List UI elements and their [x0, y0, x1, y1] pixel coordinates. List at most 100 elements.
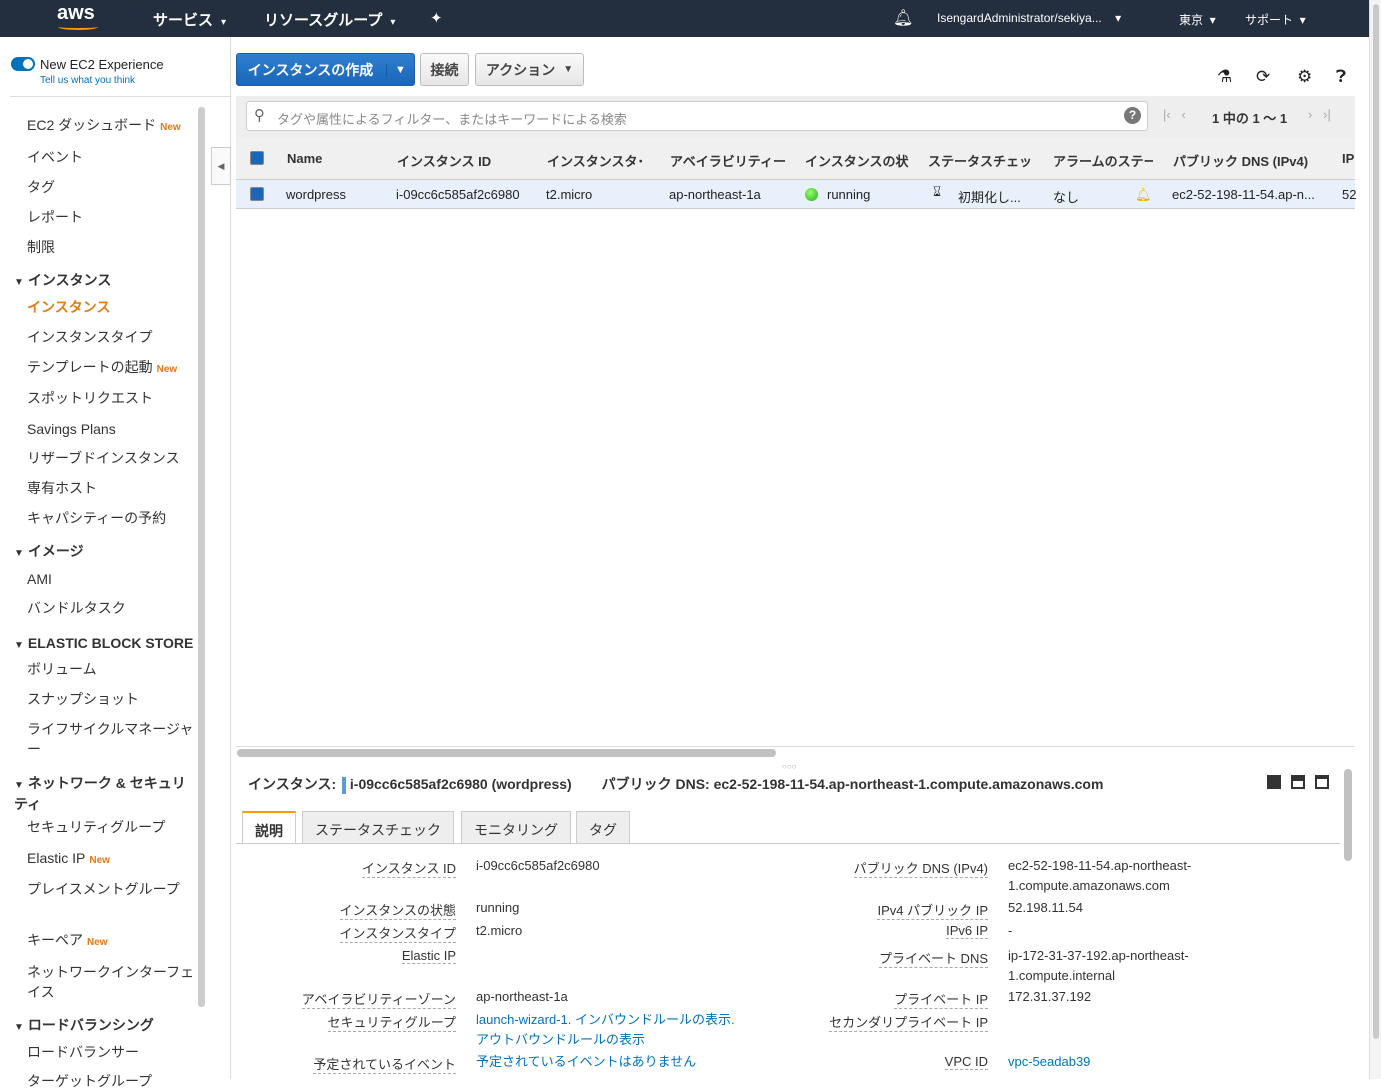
sidebar-item[interactable]: キャパシティーの予約 — [27, 508, 195, 528]
new-experience-toggle[interactable] — [11, 57, 35, 71]
aws-logo[interactable]: aws — [57, 2, 95, 25]
column-ip[interactable]: IP — [1342, 151, 1362, 166]
resize-handle-icon[interactable]: ○○○ — [782, 762, 797, 771]
pin-icon[interactable]: ✦ — [430, 9, 443, 27]
bell-icon[interactable]: 🔔︎ — [893, 8, 913, 28]
cell-public-dns: ec2-52-198-11-54.ap-n... — [1172, 187, 1315, 202]
half-panel-icon[interactable] — [1291, 775, 1305, 789]
region-menu[interactable]: 東京 ▾ — [1179, 11, 1216, 28]
services-menu[interactable]: サービス ▾ — [153, 9, 226, 30]
sidebar-item[interactable]: キーペア New — [27, 930, 195, 953]
sidebar-section-header[interactable]: ▼ ネットワーク & セキュリティ — [14, 774, 194, 813]
next-page-icon[interactable]: › ›| — [1308, 107, 1331, 122]
new-experience-label: New EC2 Experience — [40, 57, 164, 72]
sidebar-item[interactable]: ネットワークインターフェイス — [27, 962, 195, 1002]
user-menu[interactable]: IsengardAdministrator/sekiya... ▾ — [937, 11, 1121, 25]
column-name[interactable]: Name — [287, 151, 382, 166]
connect-button[interactable]: 接続 — [420, 53, 469, 86]
detail-value: t2.micro — [476, 923, 523, 938]
detail-label: インスタンスの状態 — [339, 900, 456, 920]
pagination-text: 1 中の 1 〜 1 — [1212, 111, 1288, 126]
sidebar-section-header[interactable]: ▼ ロードバランシング — [14, 1016, 194, 1037]
resource-groups-menu[interactable]: リソースグループ ▾ — [264, 9, 395, 30]
sidebar-item[interactable]: Savings Plans — [27, 419, 195, 439]
table-horizontal-scrollbar[interactable] — [237, 749, 776, 757]
tab-description[interactable]: 説明 — [242, 811, 296, 844]
sidebar-item[interactable]: タグ — [27, 177, 55, 197]
sidebar-section-header[interactable]: ▼ イメージ — [14, 542, 194, 563]
sidebar-item[interactable]: スポットリクエスト — [27, 388, 195, 408]
new-badge: New — [87, 937, 108, 948]
column-instance-type[interactable]: インスタンスタ･ — [547, 151, 652, 170]
column-instance-id[interactable]: インスタンス ID — [397, 151, 522, 170]
column-alarm-status[interactable]: アラームのステー — [1053, 151, 1153, 170]
sidebar-item[interactable]: ボリューム — [27, 659, 195, 679]
maximize-panel-icon[interactable] — [1267, 775, 1281, 789]
sidebar-item[interactable]: 制限 — [27, 237, 55, 257]
table-row[interactable]: wordpress i-09cc6c585af2c6980 t2.micro a… — [236, 180, 1357, 209]
sidebar-item[interactable]: インスタンス — [27, 297, 195, 317]
help-icon[interactable]: ? — [1124, 107, 1141, 124]
minimize-panel-icon[interactable] — [1315, 775, 1329, 789]
refresh-icon[interactable]: ⟳ — [1256, 67, 1270, 87]
actions-button[interactable]: アクション ▼ — [475, 53, 584, 86]
sidebar-item[interactable]: セキュリティグループ — [27, 817, 195, 837]
detail-label: パブリック DNS (IPv4) — [853, 858, 988, 878]
sidebar-item[interactable]: EC2 ダッシュボード New — [27, 115, 181, 135]
add-alarm-icon[interactable]: 🔔︎ — [1135, 187, 1152, 203]
sidebar-item[interactable]: スナップショット — [27, 689, 195, 709]
caret-down-icon[interactable]: ▼ — [386, 63, 414, 76]
cell-type: t2.micro — [546, 187, 593, 202]
flask-icon[interactable]: ⚗ — [1217, 67, 1232, 87]
sidebar-scrollbar[interactable] — [198, 107, 205, 1007]
launch-instance-button[interactable]: インスタンスの作成 ▼ — [236, 53, 415, 86]
collapse-sidebar-button[interactable]: ◀ — [211, 147, 231, 185]
detail-label: セカンダリプライベート IP — [829, 1012, 988, 1032]
select-all-checkbox[interactable] — [250, 151, 264, 165]
cell-ip: 52 — [1342, 187, 1357, 202]
hourglass-icon: ⌛︎ — [933, 184, 942, 199]
sidebar-item[interactable]: AMI — [27, 569, 195, 589]
detail-value[interactable]: 予定されているイベントはありません — [476, 1052, 696, 1072]
sidebar-item[interactable]: レポート — [27, 207, 83, 227]
column-public-dns[interactable]: パブリック DNS (IPv4) — [1173, 151, 1318, 170]
sidebar-item[interactable]: 専有ホスト — [27, 478, 195, 498]
sidebar-item[interactable]: インスタンスタイプ — [27, 327, 195, 347]
row-checkbox[interactable] — [250, 187, 264, 201]
first-page-icon[interactable]: |‹ ‹ — [1163, 107, 1186, 122]
sidebar-item[interactable]: リザーブドインスタンス — [27, 448, 195, 468]
column-instance-state[interactable]: インスタンスの状 — [805, 151, 910, 170]
new-badge: New — [160, 122, 181, 133]
gear-icon[interactable]: ⚙ — [1297, 67, 1312, 87]
support-menu[interactable]: サポート ▾ — [1245, 11, 1306, 28]
detail-value: i-09cc6c585af2c6980 — [476, 858, 600, 873]
search-input[interactable]: ⚲ タグや属性によるフィルター、またはキーワードによる検索 ? — [246, 101, 1148, 131]
detail-label: インスタンスタイプ — [339, 923, 456, 943]
tab-monitoring[interactable]: モニタリング — [461, 811, 571, 844]
sidebar-item[interactable]: バンドルタスク — [27, 598, 195, 618]
column-status-check[interactable]: ステータスチェッ — [928, 151, 1033, 170]
sidebar-item[interactable]: テンプレートの起動 New — [27, 357, 195, 380]
sidebar-section-header[interactable]: ▼ インスタンス — [14, 271, 194, 292]
sidebar-section-header[interactable]: ▼ ELASTIC BLOCK STORE — [14, 634, 194, 655]
page-scrollbar[interactable] — [1369, 0, 1381, 1079]
sidebar-item[interactable]: Elastic IP New — [27, 848, 195, 871]
sidebar-item[interactable]: プレイスメントグループ — [27, 879, 195, 899]
detail-value[interactable]: vpc-5eadab39 — [1008, 1052, 1090, 1072]
feedback-link[interactable]: Tell us what you think — [40, 75, 135, 86]
cell-alarm: なし — [1053, 190, 1080, 205]
divider — [236, 843, 1340, 844]
help-icon[interactable]: ❓︎ — [1336, 67, 1346, 87]
sidebar-item[interactable]: ターゲットグループ — [27, 1071, 195, 1091]
detail-value[interactable]: launch-wizard-1. インバウンドルールの表示. アウトバウンドルール… — [476, 1010, 735, 1050]
detail-label: セキュリティグループ — [327, 1012, 456, 1032]
sidebar-item[interactable]: ロードバランサー — [27, 1042, 195, 1062]
detail-scrollbar[interactable] — [1344, 769, 1352, 861]
column-availability-zone[interactable]: アベイラビリティー — [670, 151, 788, 170]
tab-tags[interactable]: タグ — [576, 811, 630, 844]
sidebar-item[interactable]: ライフサイクルマネージャー — [27, 719, 195, 759]
sidebar-item[interactable]: イベント — [27, 147, 83, 167]
tab-status-checks[interactable]: ステータスチェック — [302, 811, 454, 844]
new-badge: New — [89, 855, 110, 866]
detail-label: VPC ID — [944, 1054, 988, 1070]
